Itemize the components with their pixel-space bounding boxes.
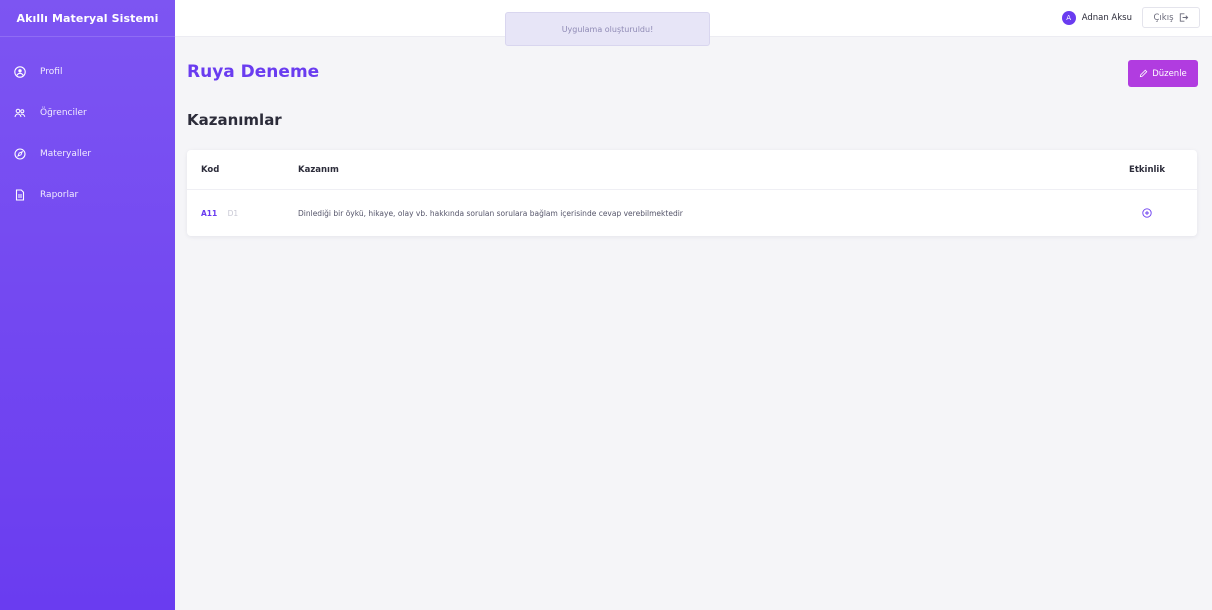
- table-header: Kod Kazanım Etkinlik: [187, 150, 1197, 190]
- add-activity-icon[interactable]: [1142, 207, 1152, 218]
- logout-button[interactable]: Çıkış: [1142, 7, 1200, 28]
- sidebar-item-label: Materyaller: [40, 148, 92, 159]
- sidebar-item-materyaller[interactable]: Materyaller: [0, 133, 175, 174]
- edit-icon: [1140, 69, 1148, 78]
- profile-icon: [14, 65, 26, 78]
- sidebar-nav: Profil Öğrenciler Materyaller Raporlar: [0, 51, 175, 215]
- code-link[interactable]: A11: [201, 209, 217, 218]
- app-brand[interactable]: Akıllı Materyal Sistemi: [0, 0, 175, 37]
- document-icon: [14, 188, 26, 201]
- sidebar: Akıllı Materyal Sistemi Profil Öğrencile…: [0, 0, 175, 610]
- kazanim-table: Kod Kazanım Etkinlik A11 D1 Dinlediği bi…: [187, 150, 1197, 236]
- users-icon: [14, 107, 26, 119]
- edit-button-label: Düzenle: [1152, 68, 1187, 79]
- column-header-kazanim: Kazanım: [298, 164, 339, 175]
- page-title: Ruya Deneme: [187, 62, 320, 82]
- avatar: A: [1061, 11, 1076, 25]
- cell-kazanim: Dinlediği bir öykü, hikaye, olay vb. hak…: [298, 209, 683, 218]
- column-header-activity: Etkinlik: [1129, 164, 1165, 175]
- toast-notification: Uygulama oluşturuldu!: [505, 12, 710, 46]
- user-name: Adnan Aksu: [1081, 13, 1132, 23]
- code-badge: D1: [227, 209, 239, 218]
- sidebar-item-label: Öğrenciler: [40, 107, 87, 118]
- cell-activity: [1117, 207, 1197, 220]
- sidebar-item-ogrenciler[interactable]: Öğrenciler: [0, 92, 175, 133]
- user-menu[interactable]: A Adnan Aksu: [1061, 8, 1132, 28]
- table-row: A11 D1 Dinlediği bir öykü, hikaye, olay …: [187, 191, 1197, 236]
- sidebar-item-label: Profil: [40, 66, 63, 77]
- cell-code: A11 D1: [187, 209, 298, 218]
- logout-icon: [1179, 13, 1188, 22]
- logout-label: Çıkış: [1153, 12, 1174, 23]
- section-title: Kazanımlar: [187, 111, 282, 129]
- column-header-code: Kod: [201, 164, 220, 175]
- sidebar-item-label: Raporlar: [40, 189, 79, 200]
- sidebar-item-raporlar[interactable]: Raporlar: [0, 174, 175, 215]
- edit-button[interactable]: Düzenle: [1128, 60, 1198, 87]
- main-content: Ruya Deneme Düzenle Kazanımlar Kod Kazan…: [175, 38, 1212, 610]
- compass-icon: [14, 147, 26, 160]
- top-header: Uygulama oluşturuldu! A Adnan Aksu Çıkış: [175, 0, 1212, 46]
- sidebar-item-profil[interactable]: Profil: [0, 51, 175, 92]
